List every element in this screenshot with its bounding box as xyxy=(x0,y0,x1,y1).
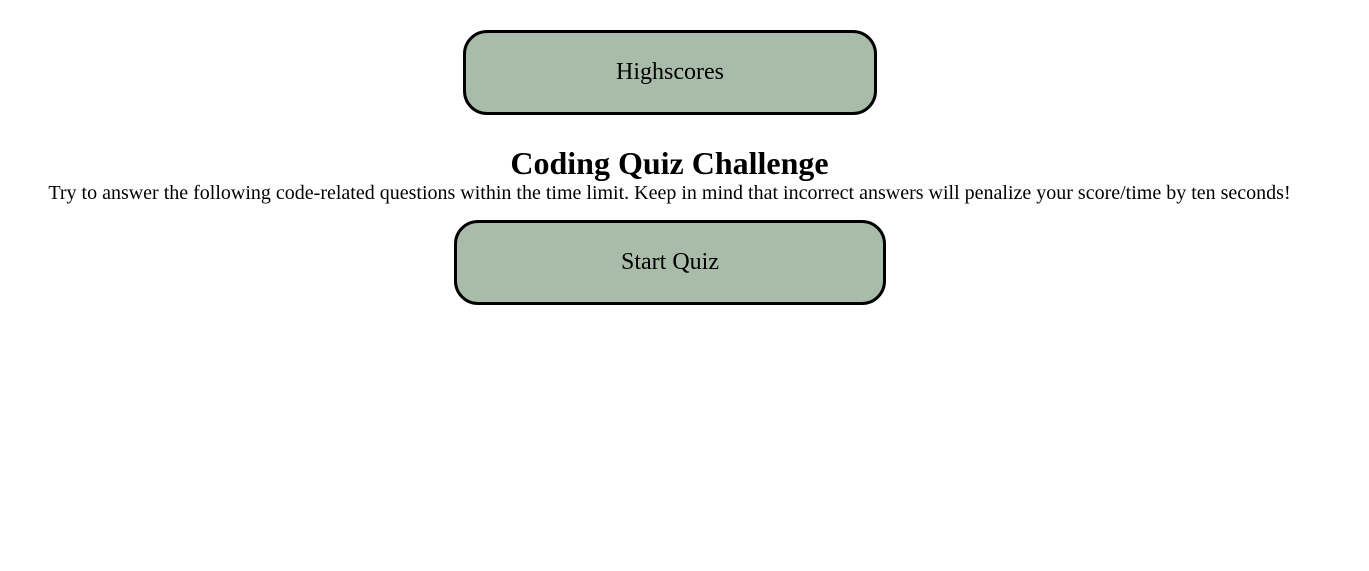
start-quiz-button[interactable]: Start Quiz xyxy=(454,220,886,305)
highscores-button[interactable]: Highscores xyxy=(463,30,877,115)
quiz-start-page: Highscores Coding Quiz Challenge Try to … xyxy=(0,0,1369,571)
page-title: Coding Quiz Challenge xyxy=(510,145,829,181)
quiz-instructions: Try to answer the following code-related… xyxy=(48,182,1291,204)
